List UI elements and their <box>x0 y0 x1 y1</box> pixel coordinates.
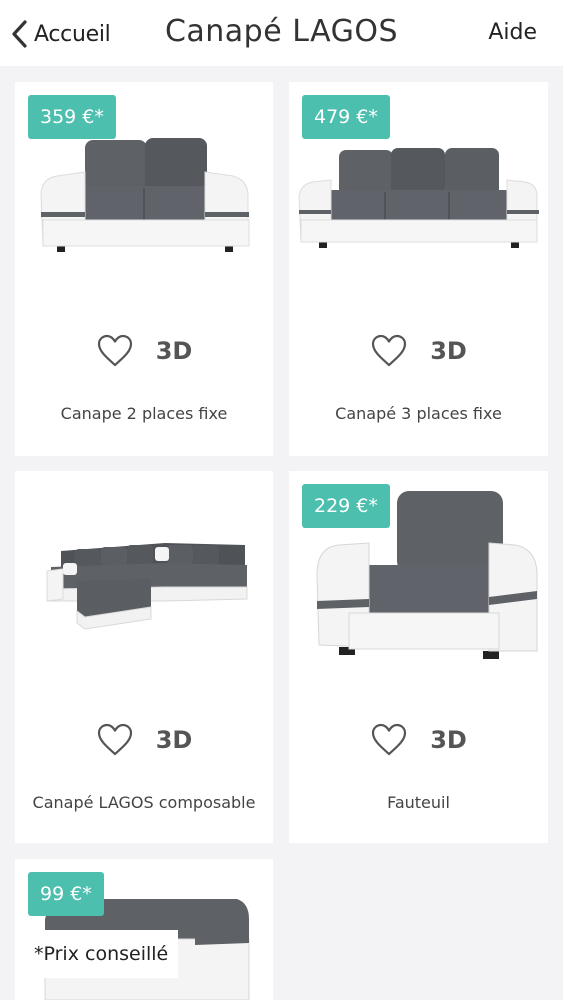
help-button[interactable]: Aide <box>488 20 537 45</box>
price-badge: 359 €* <box>28 95 116 139</box>
product-name: Fauteuil <box>387 793 450 812</box>
card-actions: 3D <box>15 723 273 757</box>
product-card-composable[interactable]: 3D Canapé LAGOS composable <box>15 471 273 843</box>
view-3d-button[interactable]: 3D <box>430 726 467 754</box>
price-badge: 479 €* <box>302 95 390 139</box>
heart-outline-icon[interactable] <box>370 723 408 757</box>
product-card-2-places[interactable]: 359 €* 3D Canape 2 places fixe <box>15 82 273 456</box>
heart-outline-icon[interactable] <box>370 334 408 368</box>
view-3d-button[interactable]: 3D <box>430 337 467 365</box>
card-actions: 3D <box>289 334 548 368</box>
product-card-3-places[interactable]: 479 €* 3D Canapé 3 places fixe <box>289 82 548 456</box>
navigation-bar: Accueil Canapé LAGOS Aide <box>0 0 563 66</box>
product-card-fauteuil[interactable]: 229 €* 3D Fauteuil <box>289 471 548 843</box>
price-badge: 229 €* <box>302 484 390 528</box>
card-actions: 3D <box>15 334 273 368</box>
heart-outline-icon[interactable] <box>96 334 134 368</box>
product-name: Canapé LAGOS composable <box>32 793 256 812</box>
product-name: Canapé 3 places fixe <box>335 404 502 423</box>
price-footnote: *Prix conseillé <box>24 930 179 978</box>
card-actions: 3D <box>289 723 548 757</box>
view-3d-button[interactable]: 3D <box>156 726 193 754</box>
price-badge: 99 €* <box>28 872 104 916</box>
sofa-composable-image <box>46 543 248 630</box>
page-title: Canapé LAGOS <box>164 14 399 49</box>
heart-outline-icon[interactable] <box>96 723 134 757</box>
view-3d-button[interactable]: 3D <box>156 337 193 365</box>
product-name: Canape 2 places fixe <box>60 404 228 423</box>
